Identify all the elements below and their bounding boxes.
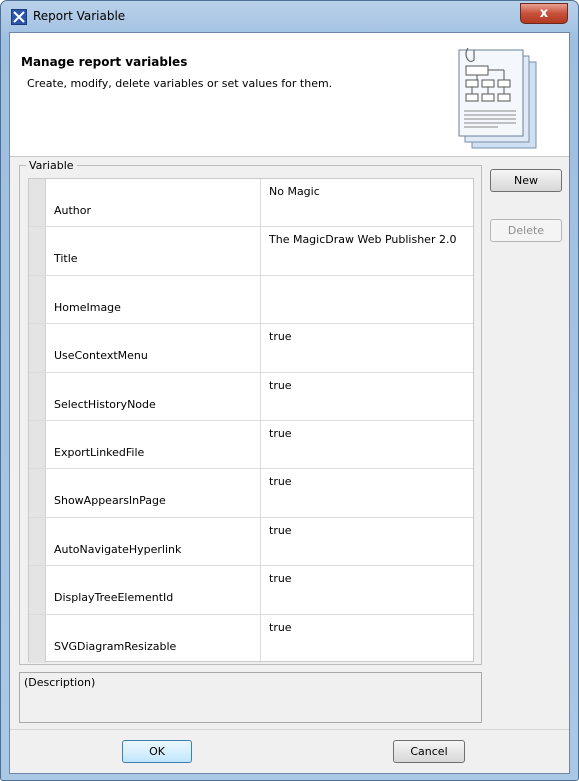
close-button[interactable]: x (520, 3, 568, 24)
table-row[interactable]: SelectHistoryNode true (29, 372, 473, 421)
variable-value[interactable]: No Magic (269, 185, 320, 198)
variable-value[interactable]: true (269, 475, 292, 488)
header-subtitle: Create, modify, delete variables or set … (27, 77, 333, 90)
variable-value[interactable]: true (269, 379, 292, 392)
ok-button[interactable]: OK (122, 740, 192, 763)
column-divider (260, 517, 261, 566)
app-icon (11, 9, 27, 25)
row-header (29, 566, 46, 614)
variable-value[interactable]: true (269, 524, 292, 537)
row-header (29, 324, 46, 372)
dialog-body: Manage report variables Create, modify, … (9, 32, 570, 774)
column-divider (260, 372, 261, 420)
row-header (29, 372, 46, 420)
column-divider (260, 469, 261, 517)
column-divider (260, 614, 261, 663)
dialog-header: Manage report variables Create, modify, … (10, 33, 569, 157)
report-document-icon (458, 48, 537, 149)
delete-button[interactable]: Delete (490, 219, 562, 242)
variable-name: HomeImage (54, 300, 121, 314)
variable-name: AutoNavigateHyperlink (54, 542, 182, 556)
column-divider (260, 421, 261, 469)
table-row[interactable]: ShowAppearsInPage true (29, 469, 473, 518)
table-row[interactable]: ExportLinkedFile true (29, 421, 473, 470)
table-row[interactable]: AutoNavigateHyperlink true (29, 517, 473, 567)
variable-name: SelectHistoryNode (54, 397, 156, 411)
variable-table[interactable]: Author No Magic Title The MagicDraw Web … (28, 178, 474, 663)
column-divider (260, 227, 261, 275)
description-panel: (Description) (19, 672, 482, 723)
row-header (29, 275, 46, 324)
variable-group-legend: Variable (26, 159, 77, 172)
cancel-button[interactable]: Cancel (393, 740, 465, 763)
variable-name: Title (54, 252, 78, 266)
row-header (29, 179, 46, 227)
footer-separator (10, 729, 569, 730)
column-divider (260, 566, 261, 614)
new-button[interactable]: New (490, 169, 562, 192)
variable-value[interactable]: true (269, 427, 292, 440)
table-row[interactable]: SVGDiagramResizable true (29, 614, 473, 663)
row-header (29, 469, 46, 517)
header-title: Manage report variables (21, 55, 188, 69)
row-header (29, 227, 46, 275)
variable-value[interactable]: true (269, 621, 292, 634)
table-row[interactable]: Title The MagicDraw Web Publisher 2.0 (29, 227, 473, 276)
row-header (29, 517, 46, 566)
column-divider (260, 324, 261, 372)
table-row[interactable]: UseContextMenu true (29, 324, 473, 373)
variable-value[interactable]: true (269, 572, 292, 585)
report-variable-dialog: Report Variable x Manage report variable… (0, 0, 579, 781)
variable-name: DisplayTreeElementId (54, 591, 174, 605)
window-title: Report Variable (33, 9, 126, 23)
variable-value[interactable]: The MagicDraw Web Publisher 2.0 (269, 233, 456, 246)
row-header (29, 421, 46, 469)
variable-name: ShowAppearsInPage (54, 494, 166, 508)
variable-name: UseContextMenu (54, 349, 148, 363)
variable-group: Variable Author No Magic Title The Magic… (19, 159, 482, 665)
table-row[interactable]: HomeImage (29, 275, 473, 325)
variable-name: ExportLinkedFile (54, 446, 145, 459)
variable-name: SVGDiagramResizable (54, 639, 177, 653)
variable-name: Author (54, 204, 92, 217)
table-row[interactable]: Author No Magic (29, 179, 473, 228)
title-bar[interactable]: Report Variable x (1, 1, 578, 33)
variable-value[interactable]: true (269, 330, 292, 343)
close-icon: x (539, 6, 549, 21)
column-divider (260, 179, 261, 227)
row-header (29, 614, 46, 663)
table-row[interactable]: DisplayTreeElementId true (29, 566, 473, 615)
column-divider (260, 275, 261, 324)
description-text: (Description) (24, 676, 96, 689)
